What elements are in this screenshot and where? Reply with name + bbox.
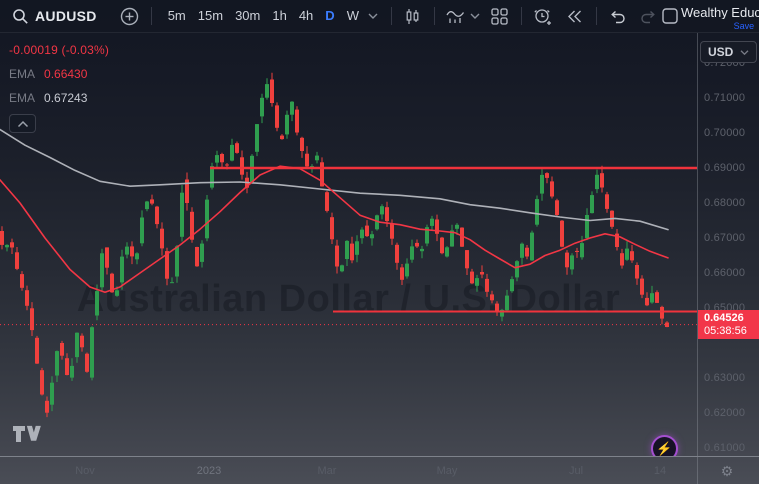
indicators-chevron-down-icon[interactable] (467, 12, 483, 20)
indicator-value: 0.66430 (44, 67, 87, 81)
price-tick-label: 0.68000 (704, 197, 745, 209)
top-toolbar: AUDUSD 5m15m30m1h4hDW (0, 0, 759, 33)
indicator-legend-rows: EMA 0.66430 EMA 0.67243 (9, 62, 109, 110)
undo-icon[interactable] (607, 4, 629, 28)
time-tick-label: 14 (654, 457, 666, 484)
account-name[interactable]: Wealthy Educ.. (681, 7, 759, 19)
replay-icon[interactable] (564, 4, 586, 28)
lightning-boost-button[interactable]: ⚡ (651, 435, 678, 456)
timeframe-5m[interactable]: 5m (162, 4, 192, 28)
bar-countdown: 05:38:56 (704, 325, 759, 338)
timeframe-4h[interactable]: 4h (293, 4, 319, 28)
toolbar-divider (151, 7, 152, 25)
toolbar-divider (391, 7, 392, 25)
chart-legend: -0.00019 (-0.03%) EMA 0.66430 EMA 0.67243 (9, 38, 109, 133)
chart-style-candles-icon[interactable] (402, 4, 424, 28)
currency-dropdown[interactable]: USD (700, 41, 757, 63)
price-tick-label: 0.61000 (704, 442, 745, 454)
last-price-value: 0.64526 (704, 312, 759, 325)
compare-add-icon[interactable] (119, 4, 141, 28)
price-tick-label: 0.62000 (704, 407, 745, 419)
layout-grid-icon[interactable] (489, 4, 511, 28)
legend-collapse-button[interactable] (9, 114, 36, 133)
chart-settings-gear-icon[interactable]: ⚙ (712, 459, 742, 483)
toolbar-divider (521, 7, 522, 25)
timeframe-group: 5m15m30m1h4hDW (162, 4, 365, 28)
time-axis[interactable]: Nov 2023 Mar May Jul 14 ⚙ (0, 456, 759, 484)
chevron-up-icon (18, 122, 27, 127)
price-axis[interactable]: 0.720000.710000.700000.690000.680000.670… (697, 33, 759, 456)
toolbar-divider (596, 7, 597, 25)
time-tick-label: 2023 (197, 457, 221, 484)
alert-clock-icon[interactable] (532, 4, 554, 28)
symbol-name[interactable]: AUDUSD (35, 8, 97, 24)
indicator-label: EMA (9, 67, 35, 81)
indicators-icon[interactable] (445, 4, 467, 28)
redo-icon[interactable] (637, 4, 659, 28)
timeframe-D[interactable]: D (319, 4, 340, 28)
timeframe-30m[interactable]: 30m (229, 4, 266, 28)
price-tick-label: 0.67000 (704, 232, 745, 244)
time-tick-label: Nov (75, 457, 95, 484)
timeframe-1h[interactable]: 1h (266, 4, 292, 28)
account-block: Wealthy Educ.. Save (681, 7, 759, 32)
price-tick-label: 0.66000 (704, 267, 745, 279)
price-tick-label: 0.70000 (704, 127, 745, 139)
price-tick-label: 0.69000 (704, 162, 745, 174)
indicator-value: 0.67243 (44, 91, 87, 105)
timeframe-chevron-down-icon[interactable] (365, 12, 381, 20)
indicator-label: EMA (9, 91, 35, 105)
timeframe-W[interactable]: W (341, 4, 365, 28)
timeframe-15m[interactable]: 15m (192, 4, 229, 28)
fullscreen-square-icon[interactable] (659, 4, 681, 28)
axis-corner-divider (697, 457, 698, 484)
last-price-badge: 0.64526 05:38:56 (698, 310, 759, 339)
tradingview-window: AUDUSD 5m15m30m1h4hDW (0, 0, 759, 484)
indicator-row-ema[interactable]: EMA 0.67243 (9, 86, 109, 110)
search-icon[interactable] (9, 4, 31, 28)
time-tick-label: Mar (318, 457, 337, 484)
time-tick-label: May (437, 457, 458, 484)
price-tick-label: 0.71000 (704, 92, 745, 104)
tradingview-logo[interactable] (12, 425, 42, 448)
chevron-down-icon (740, 49, 749, 56)
price-change-label: -0.00019 (-0.03%) (9, 38, 109, 62)
time-tick-label: Jul (569, 457, 583, 484)
price-tick-label: 0.63000 (704, 372, 745, 384)
save-button[interactable]: Save (734, 20, 759, 32)
currency-label: USD (708, 45, 733, 59)
toolbar-divider (434, 7, 435, 25)
chart-area[interactable]: Australian Dollar / U.S. Dollar -0.00019… (0, 33, 697, 456)
indicator-row-ema[interactable]: EMA 0.66430 (9, 62, 109, 86)
